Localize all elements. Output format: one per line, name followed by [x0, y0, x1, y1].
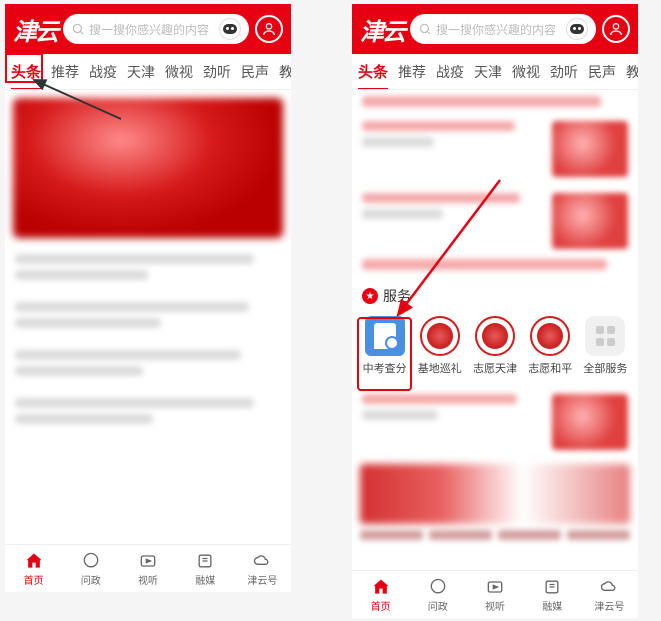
tab-edu[interactable]: 教 [279, 62, 291, 82]
search-icon [71, 22, 85, 36]
category-tabs: 头条 推荐 战疫 天津 微视 劲听 民声 教 + [352, 54, 638, 90]
badge-icon [530, 316, 570, 356]
tab-recommend[interactable]: 推荐 [51, 62, 79, 82]
tab-minsheng[interactable]: 民声 [588, 62, 616, 82]
feed-content-blurred [5, 90, 291, 544]
app-header: 津云 搜一搜你感兴趣的内容 [5, 4, 291, 54]
nav-jinyunhao[interactable]: 津云号 [581, 571, 638, 618]
bottom-nav: 首页 问政 视听 融媒 津云号 [5, 544, 291, 592]
search-bar[interactable]: 搜一搜你感兴趣的内容 [410, 14, 596, 44]
nav-wenzheng[interactable]: 问政 [409, 571, 466, 618]
profile-icon[interactable] [602, 15, 630, 43]
service-section-header: ★ 服务 [352, 280, 638, 308]
ai-assistant-icon[interactable] [219, 18, 241, 40]
tab-edu[interactable]: 教 [626, 62, 638, 82]
nav-wenzheng[interactable]: 问政 [62, 545, 119, 592]
service-base-tour[interactable]: 基地巡礼 [413, 316, 466, 376]
document-search-icon [365, 316, 405, 356]
app-header: 津云 搜一搜你感兴趣的内容 [352, 4, 638, 54]
badge-icon [475, 316, 515, 356]
nav-home[interactable]: 首页 [352, 571, 409, 618]
nav-rongmei[interactable]: 融媒 [177, 545, 234, 592]
media-icon [542, 577, 562, 597]
bottom-nav: 首页 问政 视听 融媒 津云号 [352, 570, 638, 618]
tab-minsheng[interactable]: 民声 [241, 62, 269, 82]
video-icon [485, 577, 505, 597]
chat-icon [81, 551, 101, 571]
tab-weishi[interactable]: 微视 [165, 62, 193, 82]
tab-epidemic[interactable]: 战疫 [436, 62, 464, 82]
app-logo: 津云 [360, 12, 404, 47]
category-tabs: 头条 推荐 战疫 天津 微视 劲听 民声 教 + [5, 54, 291, 90]
tab-jinting[interactable]: 劲听 [550, 62, 578, 82]
nav-rongmei[interactable]: 融媒 [524, 571, 581, 618]
service-exam-score[interactable]: 中考查分 [358, 316, 411, 376]
search-icon [418, 22, 432, 36]
tab-jinting[interactable]: 劲听 [203, 62, 231, 82]
tab-weishi[interactable]: 微视 [512, 62, 540, 82]
tab-tianjin[interactable]: 天津 [127, 62, 155, 82]
cloud-icon [599, 577, 619, 597]
star-icon: ★ [362, 288, 378, 304]
nav-video[interactable]: 视听 [466, 571, 523, 618]
cloud-icon [252, 551, 272, 571]
ai-assistant-icon[interactable] [566, 18, 588, 40]
nav-jinyunhao[interactable]: 津云号 [234, 545, 291, 592]
home-icon [371, 577, 391, 597]
search-placeholder: 搜一搜你感兴趣的内容 [436, 21, 562, 38]
search-placeholder: 搜一搜你感兴趣的内容 [89, 21, 215, 38]
app-logo: 津云 [13, 12, 57, 47]
service-volunteer-tianjin[interactable]: 志愿天津 [468, 316, 521, 376]
tab-tianjin[interactable]: 天津 [474, 62, 502, 82]
home-icon [24, 551, 44, 571]
nav-home[interactable]: 首页 [5, 545, 62, 592]
nav-video[interactable]: 视听 [119, 545, 176, 592]
tab-recommend[interactable]: 推荐 [398, 62, 426, 82]
profile-icon[interactable] [255, 15, 283, 43]
badge-icon [420, 316, 460, 356]
grid-icon [585, 316, 625, 356]
service-grid: 中考查分 基地巡礼 志愿天津 志愿和平 全部服务 [352, 308, 638, 386]
service-volunteer-heping[interactable]: 志愿和平 [524, 316, 577, 376]
feed-content: ★ 服务 中考查分 基地巡礼 志愿天津 志愿和平 全部服务 [352, 90, 638, 570]
video-icon [138, 551, 158, 571]
tab-epidemic[interactable]: 战疫 [89, 62, 117, 82]
tab-headlines[interactable]: 头条 [358, 61, 388, 82]
chat-icon [428, 577, 448, 597]
search-bar[interactable]: 搜一搜你感兴趣的内容 [63, 14, 249, 44]
media-icon [195, 551, 215, 571]
phone-screenshot-right: 津云 搜一搜你感兴趣的内容 头条 推荐 战疫 天津 微视 劲听 民声 教 + [352, 4, 638, 618]
tab-headlines[interactable]: 头条 [11, 61, 41, 82]
service-section-title: 服务 [383, 286, 411, 306]
service-all[interactable]: 全部服务 [579, 316, 632, 376]
phone-screenshot-left: 津云 搜一搜你感兴趣的内容 头条 推荐 战疫 天津 微视 劲听 民声 教 + 首… [5, 4, 291, 592]
